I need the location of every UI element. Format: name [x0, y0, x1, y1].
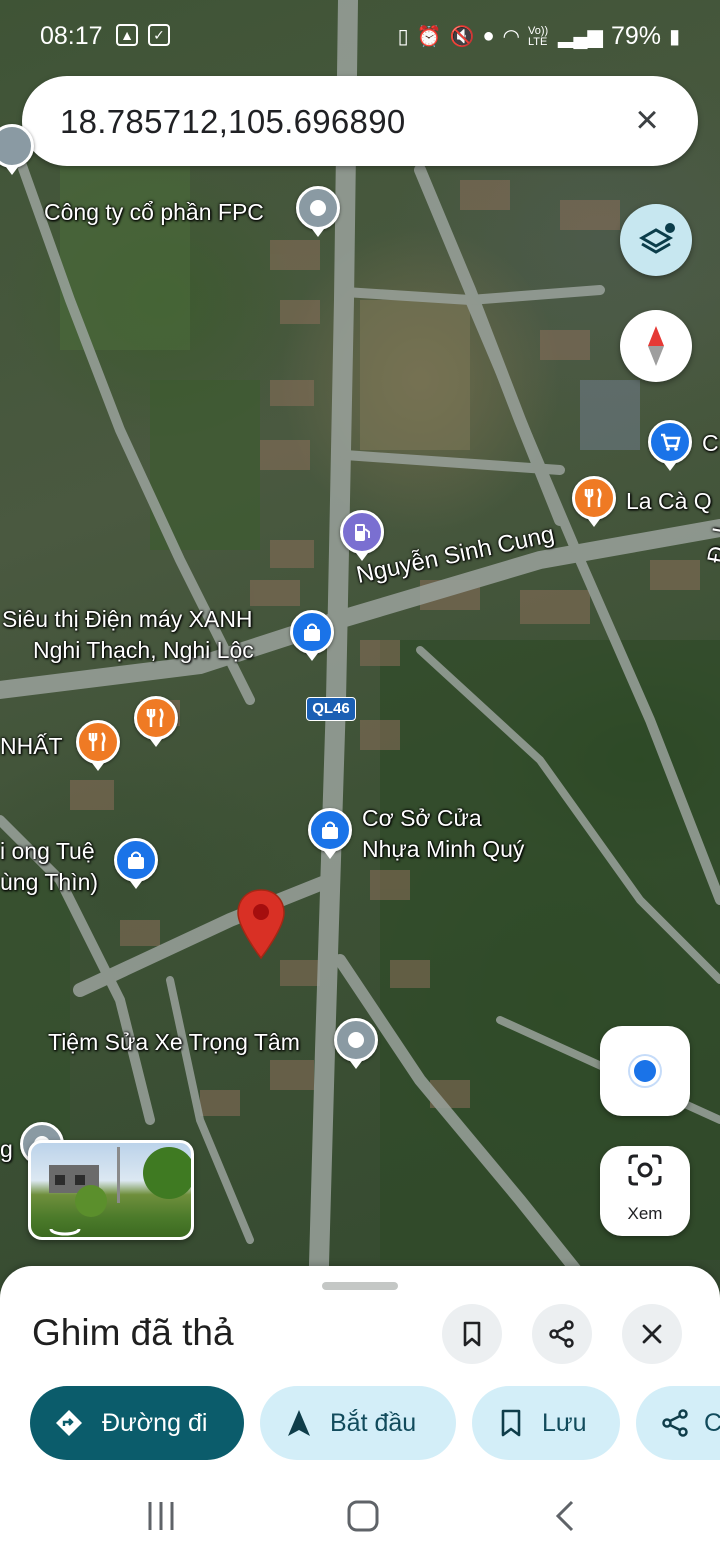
location-icon: ●	[482, 25, 495, 47]
search-bar[interactable]: 18.785712,105.696890 ×	[22, 76, 698, 166]
action-chip-row[interactable]: Đường đi Bắt đầu Lưu C	[0, 1386, 720, 1460]
sheet-title: Ghim đã thả	[32, 1312, 234, 1353]
shopping-cart-poi-icon[interactable]	[648, 420, 692, 471]
share-icon	[549, 1320, 574, 1348]
close-sheet-button[interactable]	[622, 1304, 682, 1364]
highway-shield: QL46	[306, 697, 356, 721]
bookmark-icon	[501, 1409, 521, 1437]
layers-icon	[638, 223, 675, 254]
map-label-la-ca[interactable]: La Cà Q	[626, 486, 712, 517]
status-time: 08:17	[40, 22, 103, 50]
map-label-co-so-line1[interactable]: Cơ Sở Cửa	[362, 803, 482, 834]
lens-button[interactable]: Xem	[600, 1146, 690, 1236]
share-icon	[662, 1409, 688, 1437]
sheet-drag-handle[interactable]	[322, 1282, 398, 1290]
map-label-shop-c[interactable]: C	[702, 428, 719, 459]
map-label-xanh-line1[interactable]: Siêu thị Điện máy XANH	[2, 604, 253, 635]
shopping-bag-poi-icon[interactable]	[308, 808, 352, 859]
save-label: Lưu	[542, 1409, 587, 1437]
search-query-text[interactable]: 18.785712,105.696890	[60, 103, 406, 141]
gas-station-poi-icon[interactable]	[340, 510, 384, 561]
map-label-tiem-sua[interactable]: Tiệm Sửa Xe Trọng Tâm	[48, 1027, 300, 1058]
layers-button[interactable]	[620, 204, 692, 276]
place-bottom-sheet[interactable]: Ghim đã thả Đường đi Bắt đầu Lưu C	[0, 1266, 720, 1560]
back-icon	[555, 1500, 574, 1532]
rotate-360-icon	[49, 1228, 81, 1236]
directions-label: Đường đi	[102, 1409, 208, 1437]
system-navigation-bar	[0, 1478, 720, 1560]
bookmark-icon	[463, 1321, 481, 1347]
navigation-arrow-icon	[288, 1410, 310, 1436]
share-label: C	[704, 1409, 720, 1437]
status-bar: 08:17 ▲ ✓ ▯ ⏰ 🔇 ● ◠ Vo)) LTE ▂▄▆ 79% ▮	[0, 0, 720, 76]
alarm-icon: ⏰	[416, 26, 442, 48]
map-label-xanh-line2[interactable]: Nghi Thạch, Nghi Lộc	[33, 635, 254, 666]
map-label-ong-tue-line2[interactable]: ùng Thìn)	[0, 867, 98, 898]
gallery-icon: ▲	[116, 24, 138, 46]
lens-label: Xem	[627, 1204, 663, 1223]
map-view[interactable]: 08:17 ▲ ✓ ▯ ⏰ 🔇 ● ◠ Vo)) LTE ▂▄▆ 79% ▮ 1…	[0, 0, 720, 1300]
directions-icon	[56, 1410, 82, 1436]
lens-camera-icon	[628, 1154, 662, 1186]
start-button[interactable]: Bắt đầu	[260, 1386, 456, 1460]
street-view-thumbnail[interactable]	[28, 1140, 194, 1240]
save-button[interactable]: Lưu	[472, 1386, 620, 1460]
street-view-preview	[49, 1147, 191, 1236]
wifi-icon: ◠	[502, 26, 520, 48]
close-icon	[642, 1324, 662, 1344]
my-location-icon	[634, 1060, 656, 1082]
map-label-nhat[interactable]: NHẤT	[0, 731, 63, 762]
place-marker-icon[interactable]	[296, 186, 340, 237]
shopping-bag-poi-icon[interactable]	[114, 838, 158, 889]
volte-icon: Vo)) LTE	[528, 24, 549, 48]
share-button[interactable]	[532, 1304, 592, 1364]
dropped-pin-icon[interactable]	[236, 888, 286, 960]
battery-level: 79%	[610, 22, 661, 50]
restaurant-poi-icon[interactable]	[134, 696, 178, 747]
check-icon: ✓	[148, 24, 170, 46]
bookmark-button[interactable]	[442, 1304, 502, 1364]
status-notification-icons: ▲ ✓	[116, 24, 170, 46]
system-nav-icons	[148, 1500, 574, 1532]
map-label-g-edge[interactable]: g	[0, 1134, 13, 1165]
status-system-icons: ▯ ⏰ 🔇 ● ◠ Vo)) LTE ▂▄▆ 79% ▮	[398, 22, 680, 51]
start-label: Bắt đầu	[330, 1409, 417, 1437]
map-label-ong-tue-line1[interactable]: i ong Tuệ	[0, 836, 95, 867]
compass-icon	[648, 326, 664, 366]
signal-icon: ▂▄▆	[558, 26, 603, 48]
battery-icon: ▮	[668, 26, 680, 48]
place-marker-icon[interactable]	[334, 1018, 378, 1069]
map-label-fpc[interactable]: Công ty cổ phần FPC	[44, 197, 264, 228]
map-label-co-so-line2[interactable]: Nhựa Minh Quý	[362, 834, 524, 865]
clear-search-icon[interactable]: ×	[626, 100, 668, 142]
directions-button[interactable]: Đường đi	[30, 1386, 244, 1460]
restaurant-poi-icon[interactable]	[572, 476, 616, 527]
compass-button[interactable]	[620, 310, 692, 382]
shopping-bag-poi-icon[interactable]	[290, 610, 334, 661]
recent-apps-icon	[148, 1502, 174, 1530]
restaurant-poi-icon[interactable]	[76, 720, 120, 771]
my-location-button[interactable]	[600, 1026, 690, 1116]
home-icon	[347, 1500, 379, 1532]
share-chip-button[interactable]: C	[636, 1386, 720, 1460]
nfc-icon: ▯	[397, 26, 409, 48]
mute-icon: 🔇	[449, 26, 475, 48]
